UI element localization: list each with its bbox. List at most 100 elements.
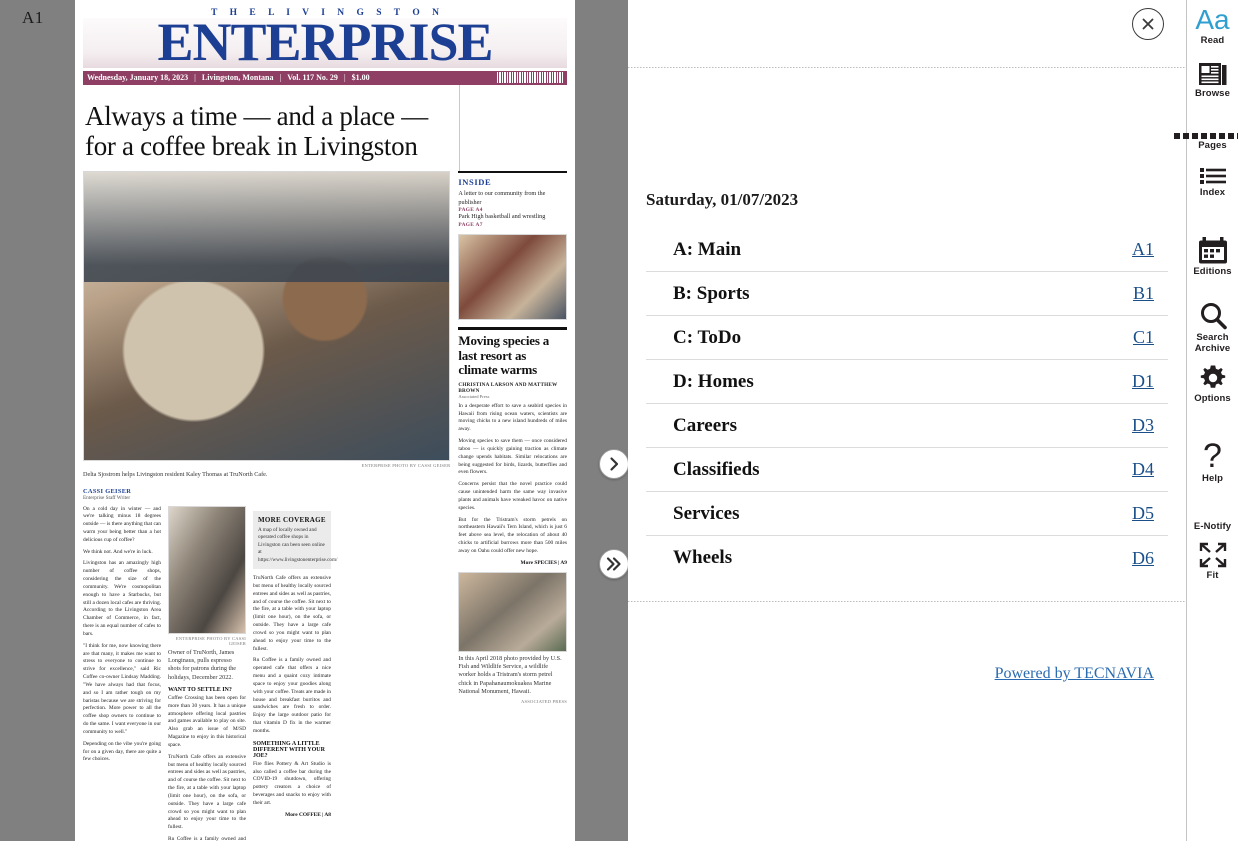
tool-pages[interactable]: Pages: [1173, 133, 1238, 152]
section-row-todo[interactable]: C: ToDo C1: [646, 316, 1168, 360]
calendar-icon: [1198, 236, 1228, 265]
side-column: INSIDE A letter to our community from th…: [458, 171, 567, 841]
paragraph: Concerns persist that the novel practice…: [458, 481, 567, 511]
tool-enotify[interactable]: E-Notify: [1187, 520, 1238, 533]
paragraph: On a cold day in winter — and we're talk…: [83, 505, 161, 543]
tool-sidebar: Aa Read Browse Pages Index Editions Sear…: [1173, 0, 1238, 841]
newspaper-icon: [1198, 61, 1228, 87]
next-section-button[interactable]: [599, 549, 628, 579]
second-photo-credit: ENTERPRISE PHOTO BY CASSI GEISER: [175, 635, 246, 646]
powered-by-link[interactable]: Powered by TECNAVIA: [995, 665, 1154, 683]
top-divider: [628, 67, 1186, 68]
section-page-link[interactable]: D1: [1132, 371, 1168, 392]
section-page-link[interactable]: D3: [1132, 415, 1168, 436]
app-root: A1 T H E L I V I N G S T O N ENTERPRISE …: [0, 0, 1238, 841]
section-row-careers[interactable]: Careers D3: [646, 404, 1168, 448]
tool-label: Help: [1202, 472, 1223, 484]
grid-icon: [1173, 133, 1238, 140]
tool-label: Options: [1194, 393, 1231, 405]
article-columns: On a cold day in winter — and we're talk…: [83, 505, 450, 841]
tool-label: Fit: [1206, 569, 1219, 581]
lead-photo-credit: ENTERPRISE PHOTO BY CASSI GEISER: [361, 463, 451, 469]
tool-label: Pages: [1198, 140, 1227, 152]
nature-photo-caption: In this April 2018 photo provided by U.S…: [458, 654, 562, 696]
section-row-classifieds[interactable]: Classifieds D4: [646, 448, 1168, 492]
inside-box: INSIDE A letter to our community from th…: [458, 171, 567, 228]
paragraph: Ru Coffee is a family owned and operated…: [253, 657, 331, 734]
section-name: D: Homes: [673, 370, 754, 392]
lead-photo: [83, 171, 451, 462]
tool-options[interactable]: Options: [1187, 364, 1238, 405]
tool-help[interactable]: ? Help: [1187, 439, 1238, 484]
paragraph: "I think for me, now knowing there are t…: [83, 642, 161, 735]
section-name: A: Main: [673, 238, 742, 260]
barcode-icon: [497, 72, 563, 84]
masthead-volume: Vol. 117 No. 29: [287, 72, 338, 82]
newspaper-body: ENTERPRISE PHOTO BY CASSI GEISER Delta S…: [75, 171, 575, 841]
second-photo: [168, 505, 246, 634]
tool-browse[interactable]: Browse: [1187, 61, 1238, 100]
tool-search-archive[interactable]: Search Archive: [1187, 301, 1238, 354]
paragraph: We think not. And we're in luck.: [83, 548, 153, 555]
list-icon: [1198, 166, 1228, 186]
close-button[interactable]: [1132, 8, 1164, 40]
main-column: ENTERPRISE PHOTO BY CASSI GEISER Delta S…: [83, 171, 451, 841]
section-page-link[interactable]: C1: [1133, 327, 1168, 348]
nature-photo: [458, 571, 567, 652]
sports-photo: [458, 234, 567, 321]
more-coverage-title: MORE COVERAGE: [258, 515, 326, 524]
chevron-right-icon: [610, 457, 619, 471]
masthead: T H E L I V I N G S T O N ENTERPRISE Wed…: [75, 0, 575, 85]
subhead-settle: WANT TO SETTLE IN?: [168, 686, 232, 693]
inside-title: INSIDE: [458, 177, 492, 188]
section-name: Services: [673, 502, 740, 524]
coffee-jump-line[interactable]: More COFFEE | A8: [253, 812, 331, 818]
side-story-byline: CHRISTINA LARSON AND MATTHEW BROWN: [458, 381, 558, 394]
tool-label: Read: [1200, 35, 1225, 46]
tool-label: Index: [1199, 186, 1226, 198]
masthead-divider-2: |: [279, 72, 282, 82]
masthead-date: Wednesday, January 18, 2023: [87, 72, 189, 82]
expand-arrows-icon: [1198, 541, 1228, 569]
article-column-2: ENTERPRISE PHOTO BY CASSI GEISER Owner o…: [168, 505, 246, 841]
chevron-double-right-icon: [606, 557, 621, 571]
masthead-info-bar: Wednesday, January 18, 2023 | Livingston…: [83, 70, 567, 85]
newspaper-page[interactable]: T H E L I V I N G S T O N ENTERPRISE Wed…: [75, 0, 575, 841]
section-page-link[interactable]: A1: [1132, 239, 1168, 260]
tool-label: Search Archive: [1194, 332, 1231, 354]
nature-photo-credit: ASSOCIATED PRESS: [521, 698, 567, 704]
section-name: B: Sports: [673, 282, 750, 304]
tool-editions[interactable]: Editions: [1187, 236, 1238, 278]
tool-read[interactable]: Aa Read: [1187, 6, 1238, 47]
section-row-sports[interactable]: B: Sports B1: [646, 272, 1168, 316]
section-row-services[interactable]: Services D5: [646, 492, 1168, 536]
paragraph: Livingston has an amazingly high number …: [83, 560, 161, 637]
masthead-divider-1: |: [194, 72, 196, 82]
tool-index[interactable]: Index: [1187, 166, 1238, 199]
lead-photo-caption: Delta Sjostrom helps Livingston resident…: [83, 471, 268, 479]
species-jump-line[interactable]: More SPECIES | A9: [458, 560, 567, 566]
paragraph: Moving species to save them — once consi…: [458, 438, 567, 476]
second-photo-caption: Owner of TruNorth, James Longinaus, pull…: [168, 648, 237, 681]
close-icon: [1142, 18, 1154, 30]
paragraph: TruNorth Cafe offers an extensive but me…: [253, 575, 331, 652]
masthead-title: ENTERPRISE: [83, 15, 567, 69]
next-page-button[interactable]: [599, 449, 628, 479]
section-row-wheels[interactable]: Wheels D6: [646, 536, 1168, 580]
section-row-homes[interactable]: D: Homes D1: [646, 360, 1168, 404]
section-page-link[interactable]: D6: [1132, 548, 1168, 569]
tool-label: E-Notify: [1193, 521, 1232, 533]
page-viewer: A1 T H E L I V I N G S T O N ENTERPRISE …: [0, 0, 628, 841]
tool-label: Editions: [1193, 265, 1232, 277]
subhead-different: SOMETHING A LITTLE DIFFERENT WITH YOUR J…: [253, 740, 325, 759]
tool-fit[interactable]: Fit: [1187, 541, 1238, 582]
section-name: C: ToDo: [673, 326, 742, 348]
gear-icon: [1199, 364, 1227, 392]
section-rule: [458, 327, 567, 331]
section-page-link[interactable]: D5: [1132, 503, 1168, 524]
inside-item: A letter to our community from the publi…: [458, 190, 546, 206]
section-page-link[interactable]: D4: [1132, 459, 1168, 480]
section-page-link[interactable]: B1: [1133, 283, 1168, 304]
section-row-main[interactable]: A: Main A1: [646, 228, 1168, 272]
paragraph: Fire flies Pottery & Art Studio is also …: [253, 760, 331, 806]
